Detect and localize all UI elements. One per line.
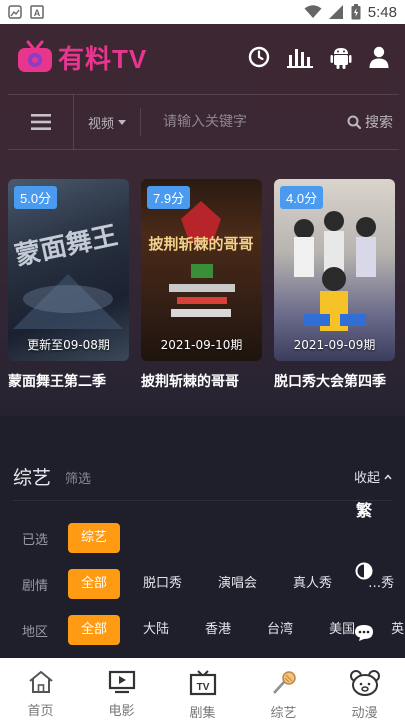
- selected-label: 已选: [22, 532, 49, 548]
- card-title: 脱口秀大会第四季: [274, 374, 386, 390]
- status-bar: A 5:48: [0, 0, 405, 24]
- nav-variety-label: 综艺: [270, 706, 297, 721]
- plot-option[interactable]: 真人秀: [280, 569, 345, 599]
- hero-section: 有料TV 视频 搜索 蒙面舞王: [0, 24, 405, 416]
- notification-a-icon: A: [30, 5, 44, 19]
- plot-option[interactable]: 演唱会: [205, 569, 270, 599]
- region-option[interactable]: 大陆: [130, 615, 182, 645]
- app-name: 有料TV: [58, 43, 148, 74]
- android-icon[interactable]: [330, 45, 352, 69]
- top-bar: 有料TV: [0, 24, 405, 90]
- poster-image: 4.0分 2021-09-09期: [274, 179, 395, 361]
- plot-option[interactable]: 全部: [68, 569, 121, 599]
- svg-text:TV: TV: [196, 682, 209, 693]
- selected-row: 已选 综艺: [22, 521, 130, 555]
- nav-home[interactable]: 首页: [0, 658, 81, 726]
- microphone-icon: [272, 671, 296, 694]
- svg-text:披荆斩棘的哥哥: 披荆斩棘的哥哥: [148, 235, 253, 253]
- nav-movie[interactable]: 电影: [81, 658, 162, 726]
- app-logo[interactable]: 有料TV: [16, 39, 147, 76]
- feedback-button[interactable]: [340, 617, 388, 649]
- floating-tools: 繁: [340, 493, 388, 649]
- theme-toggle-button[interactable]: [340, 555, 388, 587]
- category-select[interactable]: 视频: [74, 108, 142, 136]
- score-badge: 4.0分: [280, 186, 324, 209]
- card-title: 蒙面舞王第二季: [8, 374, 106, 390]
- episode-label: 2021-09-09期: [293, 338, 376, 352]
- region-option[interactable]: 全部: [68, 615, 121, 645]
- region-option[interactable]: 香港: [192, 615, 244, 645]
- selected-chip[interactable]: 综艺: [68, 523, 121, 553]
- signal-icon: [328, 5, 343, 19]
- featured-card[interactable]: 披荆斩棘的哥哥 7.9分 2021-09-10期 披荆斩棘的哥哥: [141, 179, 262, 391]
- wifi-icon: [304, 5, 322, 18]
- nav-variety[interactable]: 综艺: [243, 658, 324, 726]
- region-option[interactable]: 台湾: [254, 615, 306, 645]
- score-badge: 7.9分: [147, 186, 191, 209]
- home-icon: [28, 670, 53, 693]
- search-icon: [347, 115, 361, 129]
- chat-bubble-icon: [355, 625, 373, 641]
- featured-card[interactable]: 4.0分 2021-09-09期 脱口秀大会第四季: [274, 179, 395, 391]
- battery-icon: [351, 4, 361, 20]
- ranking-chart-icon[interactable]: [287, 46, 313, 68]
- caret-down-icon: [118, 119, 127, 125]
- episode-label: 更新至09-08期: [27, 338, 110, 352]
- search-input[interactable]: [141, 114, 347, 130]
- svg-text:蒙面舞王: 蒙面舞王: [12, 221, 120, 272]
- status-time: 5:48: [367, 3, 397, 21]
- nav-movie-label: 电影: [108, 704, 135, 719]
- category-select-label: 视频: [88, 116, 115, 132]
- featured-card[interactable]: 蒙面舞王 5.0分 更新至09-08期 蒙面舞王第二季: [8, 179, 129, 391]
- nav-series[interactable]: TV 剧集: [162, 658, 243, 726]
- tv-series-icon: TV: [189, 670, 216, 696]
- plot-option[interactable]: 脱口秀: [130, 569, 195, 599]
- episode-label: 2021-09-10期: [160, 338, 243, 352]
- card-title: 披荆斩棘的哥哥: [141, 374, 239, 390]
- nav-series-label: 剧集: [189, 706, 216, 721]
- search-button-label: 搜索: [365, 115, 393, 131]
- svg-text:A: A: [34, 8, 41, 18]
- poster-image: 披荆斩棘的哥哥 7.9分 2021-09-10期: [141, 179, 262, 361]
- search-bar: 视频 搜索: [8, 94, 399, 150]
- nav-anime-label: 动漫: [351, 706, 378, 721]
- traditional-chinese-label: 繁: [355, 501, 372, 520]
- filter-title: 综艺: [13, 467, 52, 489]
- movie-play-icon: [108, 670, 135, 694]
- search-button[interactable]: 搜索: [347, 112, 399, 132]
- nav-home-label: 首页: [27, 704, 54, 719]
- collapse-button[interactable]: 收起: [354, 467, 392, 486]
- featured-list: 蒙面舞王 5.0分 更新至09-08期 蒙面舞王第二季 披荆斩棘的哥哥 7.9分…: [8, 179, 395, 391]
- history-clock-icon[interactable]: [248, 46, 270, 68]
- bear-face-icon: [349, 670, 380, 696]
- traditional-chinese-button[interactable]: 繁: [340, 493, 388, 525]
- hamburger-menu-icon: [30, 114, 51, 130]
- score-badge: 5.0分: [14, 186, 58, 209]
- collapse-label: 收起: [353, 471, 380, 486]
- nav-anime[interactable]: 动漫: [324, 658, 405, 726]
- user-profile-icon[interactable]: [369, 46, 389, 68]
- contrast-icon: [355, 562, 373, 580]
- tv-logo-icon: [18, 40, 52, 72]
- plot-label: 剧情: [22, 578, 49, 594]
- filter-subtitle: 筛选: [65, 472, 92, 487]
- chevron-up-icon: [384, 473, 392, 479]
- notification-image-icon: [8, 5, 22, 19]
- poster-image: 蒙面舞王 5.0分 更新至09-08期: [8, 179, 129, 361]
- region-label: 地区: [22, 624, 49, 640]
- bottom-navigation: 首页 电影 TV 剧集 综艺 动漫: [0, 658, 405, 726]
- menu-button[interactable]: [8, 94, 74, 150]
- filter-divider: [13, 500, 392, 501]
